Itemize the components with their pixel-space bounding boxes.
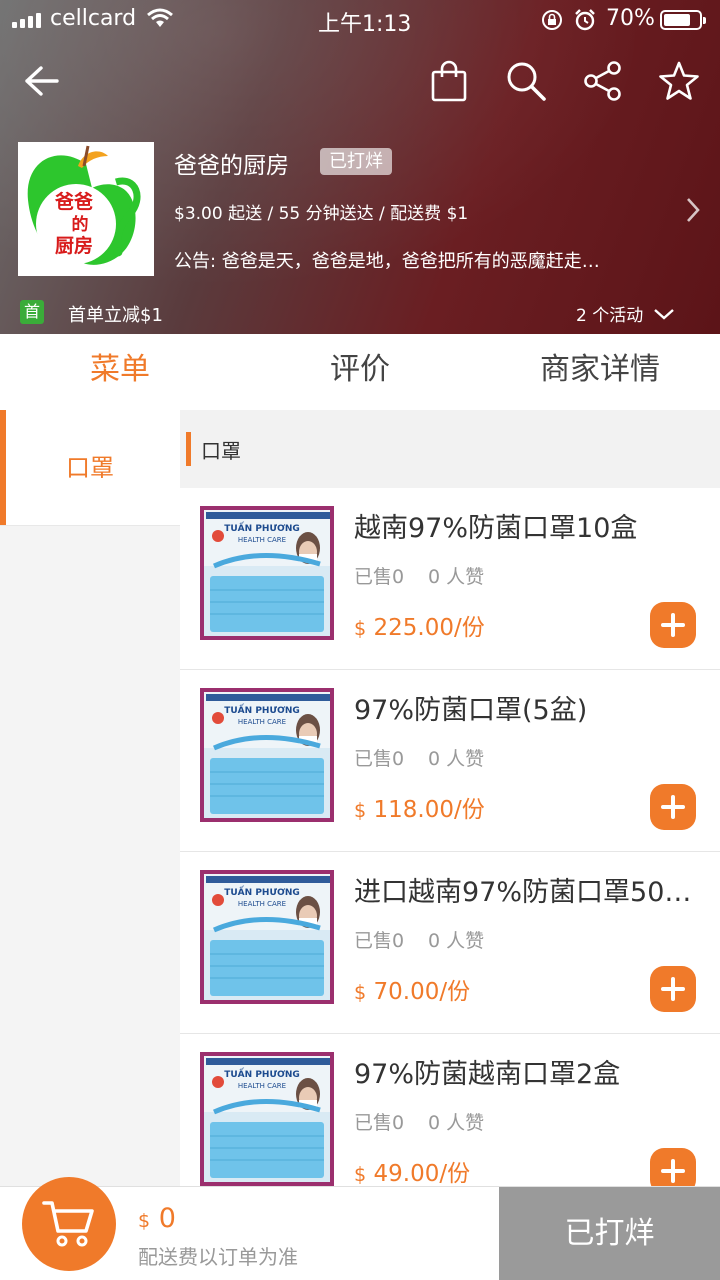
product-image[interactable]: TUẤN PHƯƠNG HEALTH CARE bbox=[200, 870, 334, 1004]
section-marker bbox=[186, 432, 191, 466]
product-item[interactable]: TUẤN PHƯƠNG HEALTH CARE 越南97%防菌口罩10盒 已售0… bbox=[180, 488, 720, 670]
product-price: $ 49.00/份 bbox=[354, 1154, 470, 1186]
shop-announcement[interactable]: 公告: 爸爸是天，爸爸是地，爸爸把所有的恶魔赶走… bbox=[174, 247, 694, 273]
tab-shop-details[interactable]: 商家详情 bbox=[480, 334, 720, 410]
product-list[interactable]: 口罩 TUẤN PHƯƠNG HEALTH CARE 越南97%防菌口罩10盒 … bbox=[180, 410, 720, 1186]
logo-text-line1: 爸爸 bbox=[54, 190, 93, 213]
favorite-star-icon[interactable] bbox=[656, 58, 702, 104]
section-title: 口罩 bbox=[201, 438, 241, 463]
thumb-sub: HEALTH CARE bbox=[238, 536, 286, 544]
wifi-icon bbox=[146, 7, 174, 35]
product-sold: 已售0 bbox=[354, 566, 405, 588]
shopping-bag-icon[interactable] bbox=[426, 58, 472, 104]
product-item[interactable]: TUẤN PHƯƠNG HEALTH CARE 进口越南97%防菌口罩50只装 … bbox=[180, 852, 720, 1034]
product-item[interactable]: TUẤN PHƯƠNG HEALTH CARE 97%防菌越南口罩2盒 已售0 … bbox=[180, 1034, 720, 1186]
add-to-cart-button[interactable] bbox=[650, 784, 696, 830]
cart-total: $ 0 bbox=[138, 1203, 176, 1234]
product-likes: 0 人赞 bbox=[428, 930, 485, 952]
price-currency: $ bbox=[354, 1163, 367, 1186]
alarm-icon bbox=[573, 8, 597, 38]
price-currency: $ bbox=[354, 617, 367, 640]
chevron-down-icon bbox=[654, 308, 675, 320]
thumb-sub: HEALTH CARE bbox=[238, 1082, 286, 1090]
status-time: 上午1:13 bbox=[318, 12, 412, 37]
product-image[interactable]: TUẤN PHƯƠNG HEALTH CARE bbox=[200, 688, 334, 822]
price-currency: $ bbox=[354, 981, 367, 1004]
tab-bar: 菜单 评价 商家详情 bbox=[0, 334, 720, 414]
product-sold: 已售0 bbox=[354, 1112, 405, 1134]
product-name[interactable]: 进口越南97%防菌口罩50只装 bbox=[354, 870, 704, 909]
logo-text-line3: 厨房 bbox=[55, 234, 93, 257]
shop-header: cellcard 上午1:13 70% 爸爸 的 厨房 爸爸的厨房 已打烊 $3… bbox=[0, 0, 720, 334]
promo-badge: 首 bbox=[20, 300, 44, 324]
section-header: 口罩 bbox=[180, 410, 720, 488]
thumb-sub: HEALTH CARE bbox=[238, 900, 286, 908]
price-value: 49.00/份 bbox=[373, 1161, 471, 1186]
product-name[interactable]: 越南97%防菌口罩10盒 bbox=[354, 506, 704, 545]
tab-reviews[interactable]: 评价 bbox=[240, 334, 480, 410]
cart-bar: $ 0 配送费以订单为准 已打烊 bbox=[0, 1177, 720, 1280]
product-name[interactable]: 97%防菌越南口罩2盒 bbox=[354, 1052, 704, 1091]
search-icon[interactable] bbox=[503, 58, 549, 104]
battery-percent: 70% bbox=[606, 6, 655, 31]
logo-text-line2: 的 bbox=[72, 214, 89, 235]
shopping-cart-icon[interactable] bbox=[22, 1177, 116, 1271]
signal-icon bbox=[12, 12, 41, 28]
product-sold: 已售0 bbox=[354, 748, 405, 770]
product-sold: 已售0 bbox=[354, 930, 405, 952]
battery-icon bbox=[660, 10, 706, 30]
activities-dropdown[interactable]: 2 个活动 bbox=[576, 301, 675, 326]
add-to-cart-button[interactable] bbox=[650, 966, 696, 1012]
status-bar: cellcard 上午1:13 70% bbox=[0, 0, 720, 40]
product-likes: 0 人赞 bbox=[428, 1112, 485, 1134]
price-value: 118.00/份 bbox=[373, 797, 485, 823]
checkout-button[interactable]: 已打烊 bbox=[499, 1187, 720, 1280]
shop-logo: 爸爸 的 厨房 bbox=[18, 142, 154, 276]
delivery-fee-note: 配送费以订单为准 bbox=[138, 1245, 298, 1269]
add-to-cart-button[interactable] bbox=[650, 1148, 696, 1186]
shop-name: 爸爸的厨房 bbox=[174, 153, 289, 179]
product-price: $ 70.00/份 bbox=[354, 972, 470, 1006]
price-value: 225.00/份 bbox=[373, 615, 485, 641]
product-likes: 0 人赞 bbox=[428, 748, 485, 770]
product-image[interactable]: TUẤN PHƯƠNG HEALTH CARE bbox=[200, 1052, 334, 1186]
share-icon[interactable] bbox=[580, 58, 626, 104]
tab-menu[interactable]: 菜单 bbox=[0, 334, 240, 414]
activities-label: 2 个活动 bbox=[576, 306, 644, 326]
price-value: 70.00/份 bbox=[373, 979, 471, 1005]
category-item-masks[interactable]: 口罩 bbox=[0, 410, 180, 526]
product-likes: 0 人赞 bbox=[428, 566, 485, 588]
product-price: $ 225.00/份 bbox=[354, 608, 485, 642]
add-to-cart-button[interactable] bbox=[650, 602, 696, 648]
chevron-right-icon[interactable] bbox=[683, 196, 703, 224]
shop-status-badge: 已打烊 bbox=[320, 148, 392, 175]
rotation-lock-icon bbox=[540, 8, 564, 38]
product-item[interactable]: TUẤN PHƯƠNG HEALTH CARE 97%防菌口罩(5盆) 已售0 … bbox=[180, 670, 720, 852]
product-price: $ 118.00/份 bbox=[354, 790, 485, 824]
category-sidebar: 口罩 bbox=[0, 410, 180, 1186]
carrier-name: cellcard bbox=[50, 6, 137, 31]
product-name[interactable]: 97%防菌口罩(5盆) bbox=[354, 688, 704, 727]
thumb-sub: HEALTH CARE bbox=[238, 718, 286, 726]
delivery-info: $3.00 起送 / 55 分钟送达 / 配送费 $1 bbox=[174, 204, 469, 224]
cart-total-value: 0 bbox=[158, 1203, 176, 1234]
price-currency: $ bbox=[354, 799, 367, 822]
promo-text: 首单立减$1 bbox=[68, 305, 163, 326]
back-icon[interactable] bbox=[18, 58, 64, 104]
cart-currency: $ bbox=[138, 1210, 151, 1232]
product-image[interactable]: TUẤN PHƯƠNG HEALTH CARE bbox=[200, 506, 334, 640]
